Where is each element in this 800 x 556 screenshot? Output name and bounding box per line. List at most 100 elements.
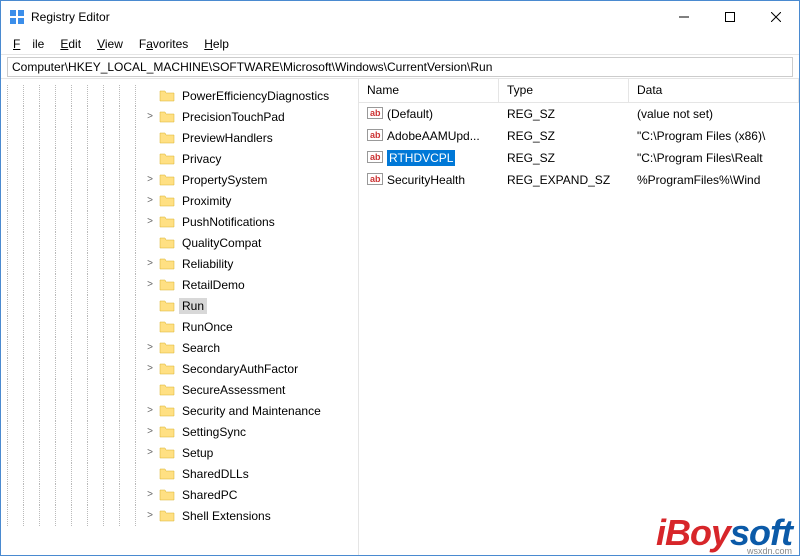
app-icon <box>9 9 25 25</box>
registry-editor-window: Registry Editor File Edit View Favorites… <box>0 0 800 556</box>
folder-icon <box>159 361 175 377</box>
list-row[interactable]: ab(Default)REG_SZ(value not set) <box>359 103 799 125</box>
tree-node-label: Shell Extensions <box>179 508 274 524</box>
value-type: REG_SZ <box>499 127 629 145</box>
tree-node[interactable]: > Proximity <box>1 190 358 211</box>
col-name[interactable]: Name <box>359 79 499 102</box>
folder-icon <box>159 151 175 167</box>
tree-node-label: SettingSync <box>179 424 249 440</box>
tree-node[interactable]: >Reliability <box>1 253 358 274</box>
value-data: "C:\Program Files\Realt <box>629 149 799 167</box>
expand-icon[interactable]: > <box>145 405 155 416</box>
expand-icon[interactable]: > <box>145 216 155 227</box>
expand-icon[interactable]: > <box>145 258 155 269</box>
tree-node-label: PowerEfficiencyDiagnostics <box>179 88 332 104</box>
expand-icon[interactable]: > <box>145 111 155 122</box>
menu-view[interactable]: View <box>91 35 129 53</box>
tree-node[interactable]: SharedDLLs <box>1 463 358 484</box>
tree-node[interactable]: Run <box>1 295 358 316</box>
tree-node-label: Proximity <box>179 193 234 209</box>
list-header: Name Type Data <box>359 79 799 103</box>
string-value-icon: ab <box>367 127 383 146</box>
tree-node[interactable]: >SharedPC <box>1 484 358 505</box>
tree-node-label: RetailDemo <box>179 277 248 293</box>
menu-help[interactable]: Help <box>198 35 235 53</box>
tree-node-label: Setup <box>179 445 216 461</box>
expand-icon[interactable]: > <box>145 342 155 353</box>
tree-node[interactable]: > RetailDemo <box>1 274 358 295</box>
tree-node[interactable]: > PrecisionTouchPad <box>1 106 358 127</box>
tree-node-label: PrecisionTouchPad <box>179 109 288 125</box>
tree-node-label: Run <box>179 298 207 314</box>
folder-icon <box>159 298 175 314</box>
svg-text:ab: ab <box>370 108 381 118</box>
tree-node[interactable]: PowerEfficiencyDiagnostics <box>1 85 358 106</box>
expand-icon[interactable]: > <box>145 279 155 290</box>
expand-icon[interactable]: > <box>145 174 155 185</box>
list-row[interactable]: abAdobeAAMUpd...REG_SZ"C:\Program Files … <box>359 125 799 147</box>
list-row[interactable]: abSecurityHealthREG_EXPAND_SZ%ProgramFil… <box>359 169 799 191</box>
folder-icon <box>159 508 175 524</box>
folder-icon <box>159 382 175 398</box>
list-pane: Name Type Data ab(Default)REG_SZ(value n… <box>359 79 799 555</box>
tree-node[interactable]: PreviewHandlers <box>1 127 358 148</box>
tree-node[interactable]: > SecondaryAuthFactor <box>1 358 358 379</box>
folder-icon <box>159 424 175 440</box>
expand-icon[interactable]: > <box>145 426 155 437</box>
tree-node[interactable]: > Shell Extensions <box>1 505 358 526</box>
folder-icon <box>159 256 175 272</box>
tree-pane: PowerEfficiencyDiagnostics > PrecisionTouc… <box>1 79 359 555</box>
tree-node[interactable]: SecureAssessment <box>1 379 358 400</box>
tree-node-label: SecondaryAuthFactor <box>179 361 301 377</box>
value-data: "C:\Program Files (x86)\ <box>629 127 799 145</box>
minimize-button[interactable] <box>661 1 707 33</box>
folder-icon <box>159 130 175 146</box>
tree-node-label: RunOnce <box>179 319 236 335</box>
tree-node-label: SecureAssessment <box>179 382 288 398</box>
value-type: REG_SZ <box>499 105 629 123</box>
maximize-button[interactable] <box>707 1 753 33</box>
window-title: Registry Editor <box>31 10 661 24</box>
folder-icon <box>159 277 175 293</box>
value-type: REG_EXPAND_SZ <box>499 171 629 189</box>
client-area: PowerEfficiencyDiagnostics > PrecisionTouc… <box>1 79 799 555</box>
value-data: (value not set) <box>629 105 799 123</box>
svg-text:ab: ab <box>370 130 381 140</box>
tree-node[interactable]: > Setup <box>1 442 358 463</box>
menu-favorites[interactable]: Favorites <box>133 35 194 53</box>
tree-node[interactable]: > PropertySystem <box>1 169 358 190</box>
folder-icon <box>159 340 175 356</box>
tree-node-label: Search <box>179 340 223 356</box>
tree-node[interactable]: Privacy <box>1 148 358 169</box>
list-body[interactable]: ab(Default)REG_SZ(value not set)abAdobeA… <box>359 103 799 555</box>
tree-node[interactable]: QualityCompat <box>1 232 358 253</box>
string-value-icon: ab <box>367 171 383 190</box>
tree-node[interactable]: >Security and Maintenance <box>1 400 358 421</box>
tree-node[interactable]: RunOnce <box>1 316 358 337</box>
value-name: SecurityHealth <box>387 173 465 187</box>
folder-icon <box>159 172 175 188</box>
close-button[interactable] <box>753 1 799 33</box>
menu-file[interactable]: File <box>7 35 50 53</box>
col-type[interactable]: Type <box>499 79 629 102</box>
menu-edit[interactable]: Edit <box>54 35 87 53</box>
folder-icon <box>159 88 175 104</box>
tree-scroll[interactable]: PowerEfficiencyDiagnostics > PrecisionTouc… <box>1 79 358 555</box>
expand-icon[interactable]: > <box>145 195 155 206</box>
address-input[interactable] <box>7 57 793 77</box>
list-row[interactable]: abRTHDVCPLREG_SZ"C:\Program Files\Realt <box>359 147 799 169</box>
expand-icon[interactable]: > <box>145 510 155 521</box>
folder-icon <box>159 487 175 503</box>
folder-icon <box>159 214 175 230</box>
tree-node[interactable]: >PushNotifications <box>1 211 358 232</box>
expand-icon[interactable]: > <box>145 489 155 500</box>
tree-node[interactable]: > SettingSync <box>1 421 358 442</box>
expand-icon[interactable]: > <box>145 363 155 374</box>
folder-icon <box>159 403 175 419</box>
folder-icon <box>159 466 175 482</box>
tree-node[interactable]: > Search <box>1 337 358 358</box>
tree-node-label: PropertySystem <box>179 172 270 188</box>
svg-text:ab: ab <box>370 152 381 162</box>
expand-icon[interactable]: > <box>145 447 155 458</box>
col-data[interactable]: Data <box>629 79 799 102</box>
